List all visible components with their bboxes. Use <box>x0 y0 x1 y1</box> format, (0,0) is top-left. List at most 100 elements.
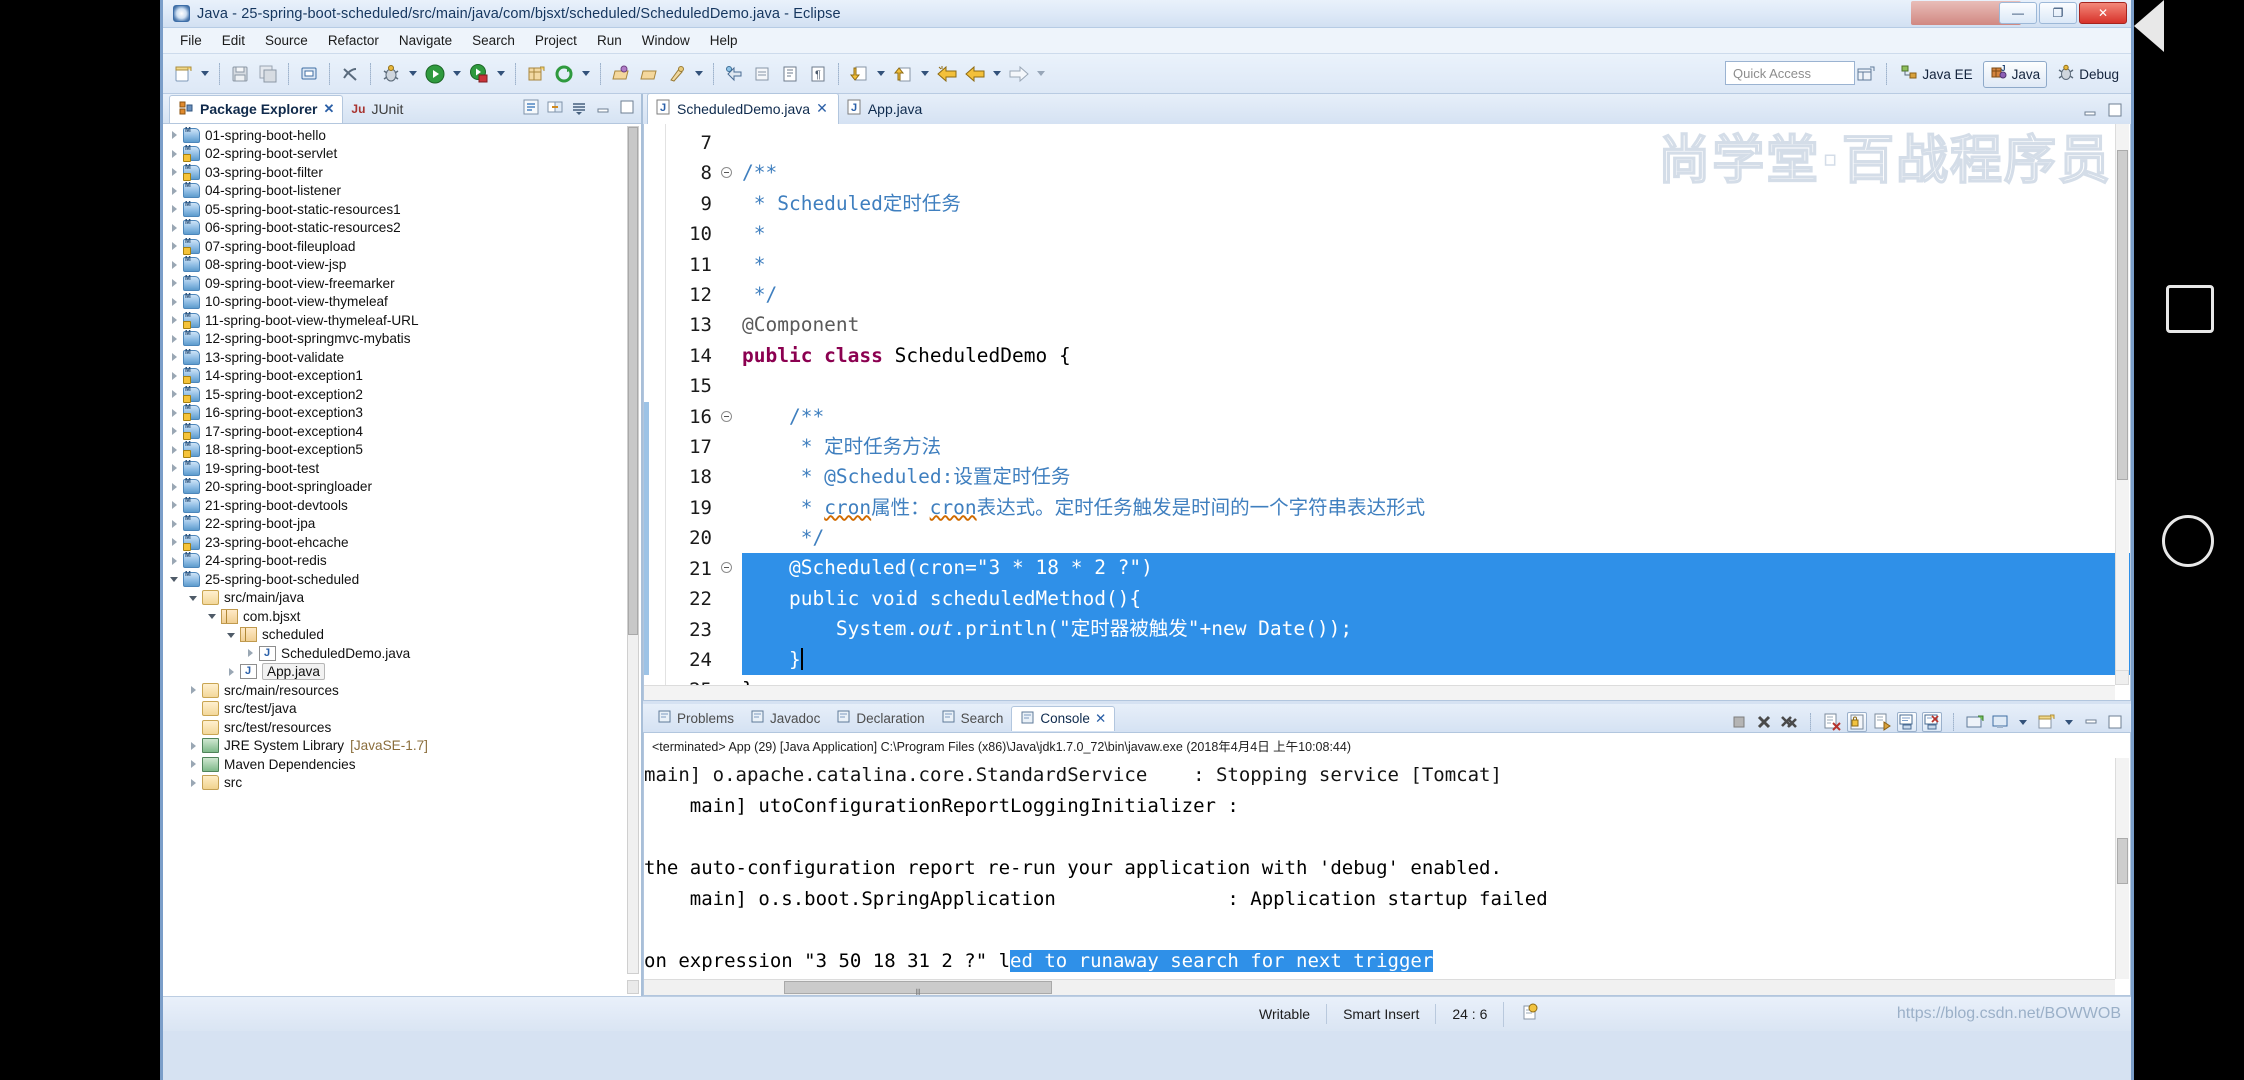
console-line[interactable]: the auto-configuration report re-run you… <box>644 853 2130 884</box>
tree-item[interactable]: 21-spring-boot-devtools <box>163 496 641 515</box>
expand-arrow-open-icon[interactable] <box>226 629 238 641</box>
editor-vertical-scrollbar[interactable] <box>2115 124 2129 685</box>
new-console-view-icon[interactable] <box>2036 712 2056 732</box>
close-console-icon[interactable] <box>1922 712 1942 732</box>
fold-toggle-icon[interactable] <box>720 553 736 583</box>
expand-arrow-closed-icon[interactable] <box>188 703 200 715</box>
run-icon[interactable] <box>421 60 449 88</box>
expand-arrow-closed-icon[interactable] <box>169 259 181 271</box>
expand-arrow-closed-icon[interactable] <box>169 407 181 419</box>
scrollbar-thumb[interactable] <box>628 127 638 635</box>
tree-item[interactable]: src/main/java <box>163 589 641 608</box>
back-icon[interactable] <box>961 60 989 88</box>
go-to-line-icon[interactable] <box>889 60 917 88</box>
console-line[interactable]: main] utoConfigurationReportLoggingIniti… <box>644 791 2130 822</box>
menu-item-help[interactable]: Help <box>701 30 747 51</box>
print-icon[interactable] <box>295 60 323 88</box>
expand-arrow-closed-icon[interactable] <box>169 518 181 530</box>
tree-item[interactable]: src <box>163 774 641 793</box>
go-to-line-dropdown-icon[interactable] <box>917 60 933 88</box>
expand-arrow-closed-icon[interactable] <box>188 721 200 733</box>
expand-arrow-closed-icon[interactable] <box>169 499 181 511</box>
run-dropdown-icon[interactable] <box>449 60 465 88</box>
tree-item[interactable]: 23-spring-boot-ehcache <box>163 533 641 552</box>
fold-toggle-icon[interactable] <box>720 402 736 432</box>
expand-arrow-closed-icon[interactable] <box>169 166 181 178</box>
source-text[interactable]: 尚学堂·百战程序员 /** * Scheduled定时任务 * * */@Com… <box>736 124 2130 700</box>
code-line[interactable] <box>742 128 2130 158</box>
code-line[interactable]: @Scheduled(cron="3 * 18 * 2 ?") <box>742 553 2130 584</box>
tree-item[interactable]: com.bjsxt <box>163 607 641 626</box>
console-output[interactable]: main] o.apache.catalina.core.StandardSer… <box>643 758 2131 996</box>
maximize-icon[interactable] <box>618 98 637 117</box>
nav-home-circle-icon[interactable] <box>2162 515 2214 567</box>
code-line[interactable]: public class ScheduledDemo { <box>742 341 2130 371</box>
code-line[interactable]: * 定时任务方法 <box>742 432 2130 462</box>
tree-item[interactable]: 19-spring-boot-test <box>163 459 641 478</box>
new-java-package-icon[interactable] <box>522 60 550 88</box>
code-line[interactable]: * <box>742 250 2130 280</box>
tab-declaration[interactable]: Declaration <box>828 706 932 730</box>
expand-arrow-closed-icon[interactable] <box>169 203 181 215</box>
maximize-button[interactable]: ❐ <box>2039 2 2077 24</box>
code-line[interactable]: */ <box>742 523 2130 553</box>
expand-arrow-closed-icon[interactable] <box>169 444 181 456</box>
expand-arrow-closed-icon[interactable] <box>169 185 181 197</box>
menu-item-navigate[interactable]: Navigate <box>390 30 461 51</box>
open-task-icon[interactable] <box>635 60 663 88</box>
pin-console-icon[interactable] <box>1872 712 1892 732</box>
console-line[interactable]: on expression "3 50 18 31 2 ?" led to ru… <box>644 946 2130 977</box>
tree-item[interactable]: 06-spring-boot-static-resources2 <box>163 219 641 238</box>
build-icon[interactable] <box>1503 1001 1556 1027</box>
expand-arrow-closed-icon[interactable] <box>169 481 181 493</box>
nav-recents-square-icon[interactable] <box>2166 285 2214 333</box>
tree-item[interactable]: 08-spring-boot-view-jsp <box>163 256 641 275</box>
expand-arrow-closed-icon[interactable] <box>169 388 181 400</box>
code-line[interactable]: public void scheduledMethod(){ <box>742 583 2130 615</box>
package-explorer-scrollbar[interactable] <box>627 126 639 974</box>
expand-arrow-closed-icon[interactable] <box>169 129 181 141</box>
open-perspective-icon[interactable] <box>1851 60 1879 88</box>
toggle-mark-occurrences-icon[interactable] <box>336 60 364 88</box>
tree-item[interactable]: src/test/resources <box>163 718 641 737</box>
collapse-all-icon[interactable] <box>522 98 541 117</box>
scroll-lock-icon[interactable] <box>1847 712 1867 732</box>
display-console-icon[interactable] <box>1990 712 2010 732</box>
code-editor[interactable]: 78910111213141516171819202122232425 尚学堂·… <box>643 124 2131 701</box>
refresh-icon[interactable] <box>550 60 578 88</box>
save-icon[interactable] <box>226 60 254 88</box>
code-line[interactable]: System.out.println("定时器被触发"+new Date()); <box>742 614 2130 645</box>
expand-arrow-closed-icon[interactable] <box>188 684 200 696</box>
console-horizontal-scrollbar[interactable] <box>644 979 2115 995</box>
scrollbar-thumb[interactable] <box>2117 150 2128 480</box>
clear-console-icon[interactable] <box>1822 712 1842 732</box>
scrollbar-thumb[interactable] <box>784 981 1052 994</box>
console-line[interactable] <box>644 822 2130 853</box>
tree-item[interactable]: 03-spring-boot-filter <box>163 163 641 182</box>
run-coverage-dropdown-icon[interactable] <box>493 60 509 88</box>
tree-item[interactable]: 22-spring-boot-jpa <box>163 515 641 534</box>
search-dropdown-icon[interactable] <box>691 60 707 88</box>
expand-arrow-closed-icon[interactable] <box>169 148 181 160</box>
expand-arrow-closed-icon[interactable] <box>169 555 181 567</box>
quick-access-input[interactable]: Quick Access <box>1725 61 1855 85</box>
code-line[interactable]: } <box>742 644 2130 676</box>
perspective-debug[interactable]: Debug <box>2051 62 2125 87</box>
close-icon[interactable]: ✕ <box>816 100 828 117</box>
expand-arrow-closed-icon[interactable] <box>169 222 181 234</box>
close-icon[interactable]: ✕ <box>324 101 335 117</box>
code-line[interactable]: * <box>742 219 2130 249</box>
run-coverage-icon[interactable] <box>465 60 493 88</box>
display-console-dropdown-icon[interactable] <box>2015 708 2031 736</box>
remove-all-terminated-icon[interactable] <box>1779 712 1799 732</box>
console-line[interactable] <box>644 915 2130 946</box>
perspective-java-ee[interactable]: Java EE <box>1894 62 1978 87</box>
console-line[interactable]: main] o.s.boot.SpringApplication : Appli… <box>644 884 2130 915</box>
previous-annotation-icon[interactable] <box>720 60 748 88</box>
tab-scheduleddemo-java[interactable]: J ScheduledDemo.java ✕ <box>647 93 839 124</box>
tree-item[interactable]: 07-spring-boot-fileupload <box>163 237 641 256</box>
back-to-icon[interactable] <box>933 60 961 88</box>
view-menu-icon[interactable] <box>570 98 589 117</box>
debug-icon[interactable] <box>377 60 405 88</box>
tree-item[interactable]: 16-spring-boot-exception3 <box>163 404 641 423</box>
